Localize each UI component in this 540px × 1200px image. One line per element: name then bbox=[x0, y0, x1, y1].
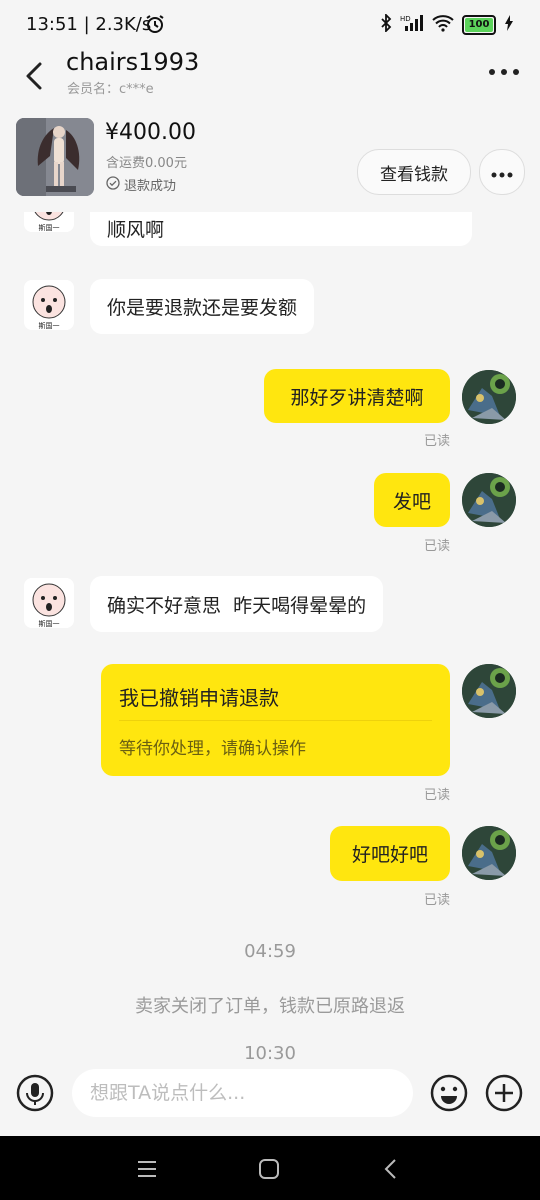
bluetooth-icon bbox=[380, 12, 392, 36]
system-nav-bar bbox=[0, 1136, 540, 1200]
status-bar: 13:51 | 2.3K/s HD 100 bbox=[0, 0, 540, 50]
read-receipt: 已读 bbox=[424, 434, 451, 449]
card-subtitle: 等待你处理，请确认操作 bbox=[119, 739, 306, 759]
status-time-speed: 13:51 | 2.3K/s bbox=[26, 14, 152, 35]
message-bubble[interactable]: 顺风啊 bbox=[90, 212, 472, 246]
message-input[interactable] bbox=[72, 1069, 413, 1117]
card-divider bbox=[119, 720, 432, 721]
message-text: 顺风啊 bbox=[107, 218, 165, 241]
product-card: ¥400.00 含运费0.00元 退款成功 查看钱款 bbox=[0, 112, 540, 212]
message-text: 你是要退款还是要发额 bbox=[107, 297, 298, 319]
message-text: 那好歹讲清楚啊 bbox=[290, 386, 424, 409]
seller-avatar[interactable]: 斯国一 bbox=[24, 212, 74, 232]
refund-status-label: 退款成功 bbox=[124, 179, 177, 194]
back-icon[interactable] bbox=[378, 1156, 404, 1182]
message-bubble[interactable]: 确实不好意思 昨天喝得晕晕的 bbox=[90, 576, 384, 632]
input-bar bbox=[0, 1062, 540, 1136]
message-bubble-self[interactable]: 好吧好吧 bbox=[330, 826, 450, 881]
card-title: 我已撤销申请退款 bbox=[119, 686, 279, 710]
timestamp: 04:59 bbox=[244, 941, 296, 962]
more-dots-icon[interactable] bbox=[488, 62, 520, 82]
message-text: 好吧好吧 bbox=[351, 844, 428, 866]
avatar-caption: 斯国一 bbox=[39, 321, 60, 330]
svg-text:HD: HD bbox=[400, 15, 411, 23]
message-bubble[interactable]: 你是要退款还是要发额 bbox=[90, 279, 315, 334]
more-dots-icon bbox=[491, 163, 513, 182]
product-thumbnail[interactable] bbox=[16, 118, 94, 196]
self-avatar[interactable] bbox=[462, 664, 516, 718]
read-receipt: 已读 bbox=[424, 539, 451, 554]
product-more-button[interactable] bbox=[479, 149, 525, 195]
charging-icon bbox=[504, 15, 514, 35]
battery-icon: 100 bbox=[462, 15, 496, 35]
back-arrow-icon[interactable] bbox=[20, 56, 52, 96]
message-bubble-self[interactable]: 发吧 bbox=[374, 473, 450, 527]
avatar-caption: 斯国一 bbox=[39, 619, 60, 628]
voice-icon[interactable] bbox=[16, 1074, 54, 1112]
message-text: 发吧 bbox=[392, 490, 431, 513]
read-receipt: 已读 bbox=[424, 788, 451, 803]
self-avatar[interactable] bbox=[462, 826, 516, 880]
alarm-icon bbox=[145, 14, 165, 38]
wifi-icon bbox=[432, 14, 454, 36]
plus-icon[interactable] bbox=[485, 1074, 523, 1112]
system-message: 卖家关闭了订单，钱款已原路退返 bbox=[135, 996, 405, 1017]
product-price: ¥400.00 bbox=[105, 120, 196, 145]
chat-messages: 斯国一 顺风啊 斯国一 你是要退款还是要发额 那好歹讲清楚啊 已读 发吧 已读 … bbox=[0, 212, 540, 1062]
refund-card-message[interactable]: 我已撤销申请退款 等待你处理，请确认操作 bbox=[101, 664, 450, 776]
seller-avatar[interactable]: 斯国一 bbox=[24, 280, 74, 330]
shipping-fee: 含运费0.00元 bbox=[106, 156, 187, 171]
menu-icon[interactable] bbox=[134, 1156, 160, 1182]
message-bubble-self[interactable]: 那好歹讲清楚啊 bbox=[264, 369, 450, 423]
timestamp: 10:30 bbox=[244, 1043, 296, 1062]
view-funds-button[interactable]: 查看钱款 bbox=[357, 149, 471, 195]
avatar-caption: 斯国一 bbox=[39, 223, 60, 232]
self-avatar[interactable] bbox=[462, 370, 516, 424]
emoji-icon[interactable] bbox=[430, 1074, 468, 1112]
message-text: 确实不好意思 昨天喝得晕晕的 bbox=[107, 594, 367, 617]
refund-status: 退款成功 bbox=[106, 175, 176, 194]
chat-header: chairs1993 会员名：c***e bbox=[0, 48, 540, 110]
read-receipt: 已读 bbox=[424, 893, 451, 908]
signal-icon: HD bbox=[400, 14, 424, 36]
seller-avatar[interactable]: 斯国一 bbox=[24, 578, 74, 628]
check-circle-icon bbox=[106, 175, 120, 194]
home-icon[interactable] bbox=[256, 1156, 282, 1182]
self-avatar[interactable] bbox=[462, 473, 516, 527]
member-name: 会员名：c***e bbox=[67, 82, 154, 97]
status-icons: HD 100 bbox=[380, 12, 514, 36]
chat-title: chairs1993 bbox=[66, 48, 200, 76]
